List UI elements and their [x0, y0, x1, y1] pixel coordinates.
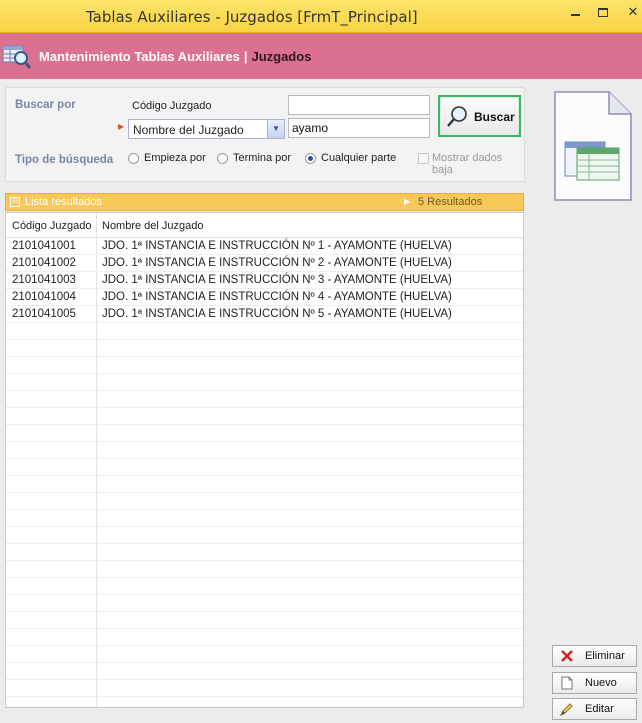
- nuevo-button[interactable]: Nuevo: [552, 672, 637, 694]
- table-row: [6, 323, 523, 340]
- title-separator: |: [243, 49, 248, 64]
- table-row: [6, 629, 523, 646]
- close-button[interactable]: ✕: [620, 4, 642, 24]
- results-count: 5 Resultados: [418, 196, 483, 208]
- table-row: [6, 578, 523, 595]
- page-title-sub: Juzgados: [251, 49, 312, 64]
- table-row: [6, 595, 523, 612]
- radio-cualquier-parte-dot[interactable]: [305, 153, 316, 164]
- tipo-busqueda-label: Tipo de búsqueda: [15, 154, 114, 166]
- active-field-marker-icon: ▶: [118, 122, 125, 131]
- cell-nombre: JDO. 1ª INSTANCIA E INSTRUCCIÓN Nº 4 - A…: [102, 291, 452, 303]
- table-row: [6, 374, 523, 391]
- radio-empieza-por-dot[interactable]: [128, 153, 139, 164]
- radio-empieza-por-label: Empieza por: [144, 152, 206, 164]
- column-header-codigo[interactable]: Código Juzgado: [12, 220, 92, 232]
- nombre-juzgado-input[interactable]: [288, 118, 430, 138]
- table-row: [6, 425, 523, 442]
- table-row: [6, 476, 523, 493]
- buscar-button-label: Buscar: [474, 110, 515, 124]
- table-row: [6, 561, 523, 578]
- cell-codigo: 2101041004: [12, 291, 76, 303]
- mostrar-dados-baja-box[interactable]: [418, 153, 429, 164]
- edit-pencil-icon: [560, 703, 573, 716]
- buscar-button[interactable]: Buscar: [438, 95, 521, 137]
- cell-codigo: 2101041002: [12, 257, 76, 269]
- cell-nombre: JDO. 1ª INSTANCIA E INSTRUCCIÓN Nº 2 - A…: [102, 257, 452, 269]
- table-row: [6, 663, 523, 680]
- page-title-main: Mantenimiento Tablas Auxiliares: [39, 49, 240, 64]
- cell-nombre: JDO. 1ª INSTANCIA E INSTRUCCIÓN Nº 5 - A…: [102, 308, 452, 320]
- results-title: Lista resultados: [25, 196, 103, 208]
- table-row: [6, 510, 523, 527]
- editar-button[interactable]: Editar: [552, 698, 637, 720]
- table-row: [6, 612, 523, 629]
- table-row: [6, 493, 523, 510]
- radio-cualquier-parte-label: Cualquier parte: [321, 152, 397, 164]
- title-bar: Tablas Auxiliares - Juzgados [FrmT_Princ…: [0, 0, 642, 33]
- search-field-select-value: Nombre del Juzgado: [133, 123, 244, 137]
- chevron-down-icon[interactable]: ▼: [267, 120, 284, 138]
- cell-nombre: JDO. 1ª INSTANCIA E INSTRUCCIÓN Nº 1 - A…: [102, 240, 452, 252]
- table-row: [6, 408, 523, 425]
- radio-termina-por-dot[interactable]: [217, 153, 228, 164]
- codigo-juzgado-input[interactable]: [288, 95, 430, 115]
- nuevo-button-label: Nuevo: [585, 677, 617, 689]
- table-row[interactable]: 2101041002 JDO. 1ª INSTANCIA E INSTRUCCIÓ…: [6, 255, 523, 272]
- collapse-icon[interactable]: ⊟: [10, 197, 20, 207]
- radio-termina-por-label: Termina por: [233, 152, 292, 164]
- eliminar-button-label: Eliminar: [585, 650, 625, 662]
- page-title: Mantenimiento Tablas Auxiliares | Juzgados: [39, 49, 311, 64]
- table-row: [6, 544, 523, 561]
- editar-button-label: Editar: [585, 703, 614, 715]
- column-header-nombre[interactable]: Nombre del Juzgado: [102, 220, 204, 232]
- cell-nombre: JDO. 1ª INSTANCIA E INSTRUCCIÓN Nº 3 - A…: [102, 274, 452, 286]
- maximize-icon: [598, 8, 608, 17]
- grid-rows: 2101041001 JDO. 1ª INSTANCIA E INSTRUCCIÓ…: [6, 238, 523, 697]
- table-row[interactable]: 2101041005 JDO. 1ª INSTANCIA E INSTRUCCIÓ…: [6, 306, 523, 323]
- grid-header: Código Juzgado Nombre del Juzgado: [6, 213, 523, 238]
- eliminar-button[interactable]: Eliminar: [552, 645, 637, 667]
- table-search-icon: [2, 45, 32, 69]
- chevron-right-icon: ▶: [404, 197, 411, 206]
- cell-codigo: 2101041001: [12, 240, 76, 252]
- close-icon: ✕: [627, 4, 639, 19]
- codigo-juzgado-label: Código Juzgado: [132, 100, 212, 112]
- mostrar-dados-baja-label: Mostrar dados baja: [432, 152, 503, 176]
- table-row: [6, 680, 523, 697]
- table-row: [6, 357, 523, 374]
- search-panel: Buscar por Código Juzgado ▶ Nombre del J…: [5, 87, 525, 182]
- table-row: [6, 459, 523, 476]
- table-row: [6, 646, 523, 663]
- search-field-select[interactable]: Nombre del Juzgado ▼: [128, 119, 285, 139]
- delete-x-icon: [561, 650, 573, 662]
- table-row: [6, 340, 523, 357]
- section-header: Mantenimiento Tablas Auxiliares | Juzgados: [0, 33, 642, 79]
- table-row: [6, 391, 523, 408]
- table-row[interactable]: 2101041004 JDO. 1ª INSTANCIA E INSTRUCCIÓ…: [6, 289, 523, 306]
- cell-codigo: 2101041005: [12, 308, 76, 320]
- table-row[interactable]: 2101041001 JDO. 1ª INSTANCIA E INSTRUCCIÓ…: [6, 238, 523, 255]
- buscar-por-label: Buscar por: [15, 99, 76, 111]
- minimize-icon: [570, 14, 580, 16]
- maximize-button[interactable]: [590, 4, 616, 24]
- results-header-bar: ⊟ Lista resultados ▶ 5 Resultados: [5, 193, 524, 211]
- main-area: Buscar por Código Juzgado ▶ Nombre del J…: [0, 79, 642, 723]
- results-grid[interactable]: Código Juzgado Nombre del Juzgado 210104…: [5, 212, 524, 708]
- table-row: [6, 442, 523, 459]
- window-title: Tablas Auxiliares - Juzgados [FrmT_Princ…: [86, 8, 418, 26]
- table-row[interactable]: 2101041003 JDO. 1ª INSTANCIA E INSTRUCCIÓ…: [6, 272, 523, 289]
- table-row: [6, 527, 523, 544]
- search-icon: [447, 106, 467, 127]
- cell-codigo: 2101041003: [12, 274, 76, 286]
- document-table-icon: [554, 91, 632, 201]
- minimize-button[interactable]: [562, 4, 588, 24]
- new-document-icon: [561, 676, 573, 690]
